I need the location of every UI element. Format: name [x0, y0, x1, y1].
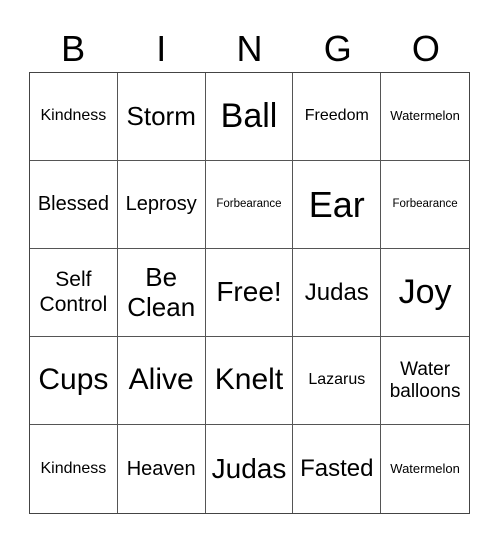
bingo-cell[interactable]: Ball — [205, 73, 294, 161]
header-letter-g: G — [323, 28, 352, 69]
bingo-cell[interactable]: Kindness — [30, 73, 118, 161]
bingo-cell[interactable]: Freedom — [293, 73, 382, 161]
free-space[interactable]: Free! — [205, 249, 294, 337]
bingo-grid: Kindness Storm Ball Freedom Watermelon B… — [29, 72, 470, 514]
bingo-cell[interactable]: Leprosy — [117, 161, 206, 249]
bingo-cell[interactable]: Watermelon — [381, 425, 469, 513]
bingo-cell[interactable]: Judas — [206, 425, 294, 513]
bingo-cell[interactable]: Forbearance — [381, 161, 469, 249]
bingo-cell[interactable]: Water balloons — [381, 337, 469, 425]
bingo-cell[interactable]: Alive — [117, 337, 206, 425]
bingo-cell[interactable]: Be Clean — [117, 249, 206, 337]
header-letter-i: I — [156, 28, 167, 69]
bingo-cell[interactable]: Heaven — [118, 425, 206, 513]
bingo-cell[interactable]: Kindness — [30, 425, 118, 513]
bingo-cell[interactable]: Storm — [117, 73, 206, 161]
bingo-cell[interactable]: Lazarus — [293, 337, 382, 425]
header-letter-o: O — [411, 28, 440, 69]
bingo-cell[interactable]: Ear — [293, 161, 382, 249]
header-letter-n: N — [236, 28, 263, 69]
bingo-cell[interactable]: Joy — [381, 249, 469, 337]
bingo-cell[interactable]: Self Control — [30, 249, 118, 337]
bingo-cell[interactable]: Fasted — [293, 425, 382, 513]
bingo-cell[interactable]: Judas — [293, 249, 382, 337]
bingo-cell[interactable]: Cups — [30, 337, 118, 425]
bingo-cell[interactable]: Watermelon — [381, 73, 469, 161]
bingo-cell[interactable]: Blessed — [30, 161, 118, 249]
bingo-cell[interactable]: Knelt — [205, 337, 294, 425]
bingo-header: B I N G O — [29, 26, 470, 72]
header-letter-b: B — [61, 28, 86, 69]
bingo-cell[interactable]: Forbearance — [205, 161, 294, 249]
